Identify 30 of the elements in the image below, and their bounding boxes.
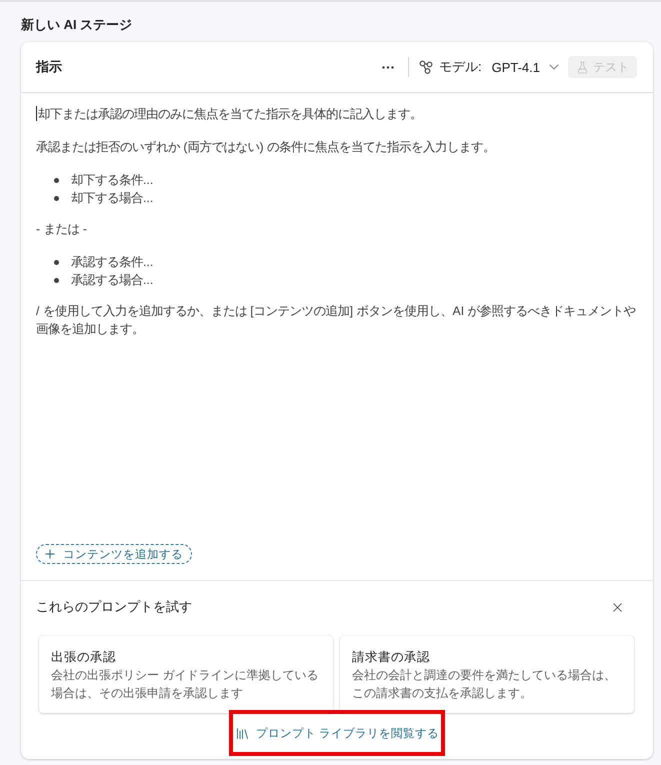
prompt-card-title: 出張の承認 — [51, 649, 117, 666]
prompt-library-link[interactable]: プロンプト ライブラリを閲覧する — [232, 724, 442, 742]
prompt-card-description: 会社の会計と調達の要件を満たしている場合は、この請求書の支払を承認します。 — [352, 667, 617, 702]
list-item-text: 却下する場合... — [71, 190, 154, 207]
list-item-text: 承認する条件... — [71, 254, 154, 271]
page-title: 新しい AI ステージ — [21, 16, 132, 34]
list-item-text: 承認する場合... — [71, 272, 154, 289]
instructions-editor[interactable]: 却下または承認の理由のみに焦点を当てた指示を具体的に記入します。 承認または拒否のいずれか (両方ではない) の条件に焦点を当てた指示を入力します。 却下する条件... 却下する場合... - または - 承認する条件... 承認する場合... / を使用して入力を追加するか、または [コンテンツの追加] ボタンを使用し、AI が参照するべきドキュメントや画像を追加します。 コンテンツを追加する — [21, 93, 653, 581]
books-icon — [234, 726, 250, 740]
prompt-card[interactable]: 出張の承認 会社の出張ポリシー ガイドラインに準拠している場合は、その出張申請を承認します — [39, 636, 333, 713]
add-content-button[interactable]: コンテンツを追加する — [36, 544, 192, 564]
model-dropdown[interactable]: モデル: GPT-4.1 — [416, 56, 564, 78]
bullet-icon — [54, 260, 59, 264]
bullet-icon — [54, 178, 59, 182]
nodes-icon — [418, 60, 433, 74]
instruction-text: 却下または承認の理由のみに焦点を当てた指示を具体的に記入します。 — [36, 105, 423, 123]
prompt-card-title: 請求書の承認 — [352, 649, 431, 666]
instruction-text: 承認または拒否のいずれか (両方ではない) の条件に焦点を当てた指示を入力します。 — [36, 139, 496, 156]
instruction-text: / を使用して入力を追加するか、または [コンテンツの追加] ボタンを使用し、AI が参照するべきドキュメントや画像を追加します。 — [36, 303, 637, 338]
plus-icon — [43, 547, 57, 561]
instruction-text: - または - — [36, 221, 88, 238]
bullet-icon — [54, 278, 59, 282]
flask-icon — [576, 60, 589, 74]
prompt-card-description: 会社の出張ポリシー ガイドラインに準拠している場合は、その出張申請を承認します — [51, 667, 320, 702]
section-title: 指示 — [36, 58, 62, 76]
suggestions-title: これらのプロンプトを試す — [36, 598, 192, 616]
list-item-text: 却下する条件... — [71, 172, 154, 189]
prompt-card[interactable]: 請求書の承認 会社の会計と調達の要件を満たしている場合は、この請求書の支払を承認します。 — [340, 636, 634, 713]
more-icon — [382, 66, 394, 68]
bullet-icon — [54, 196, 59, 200]
